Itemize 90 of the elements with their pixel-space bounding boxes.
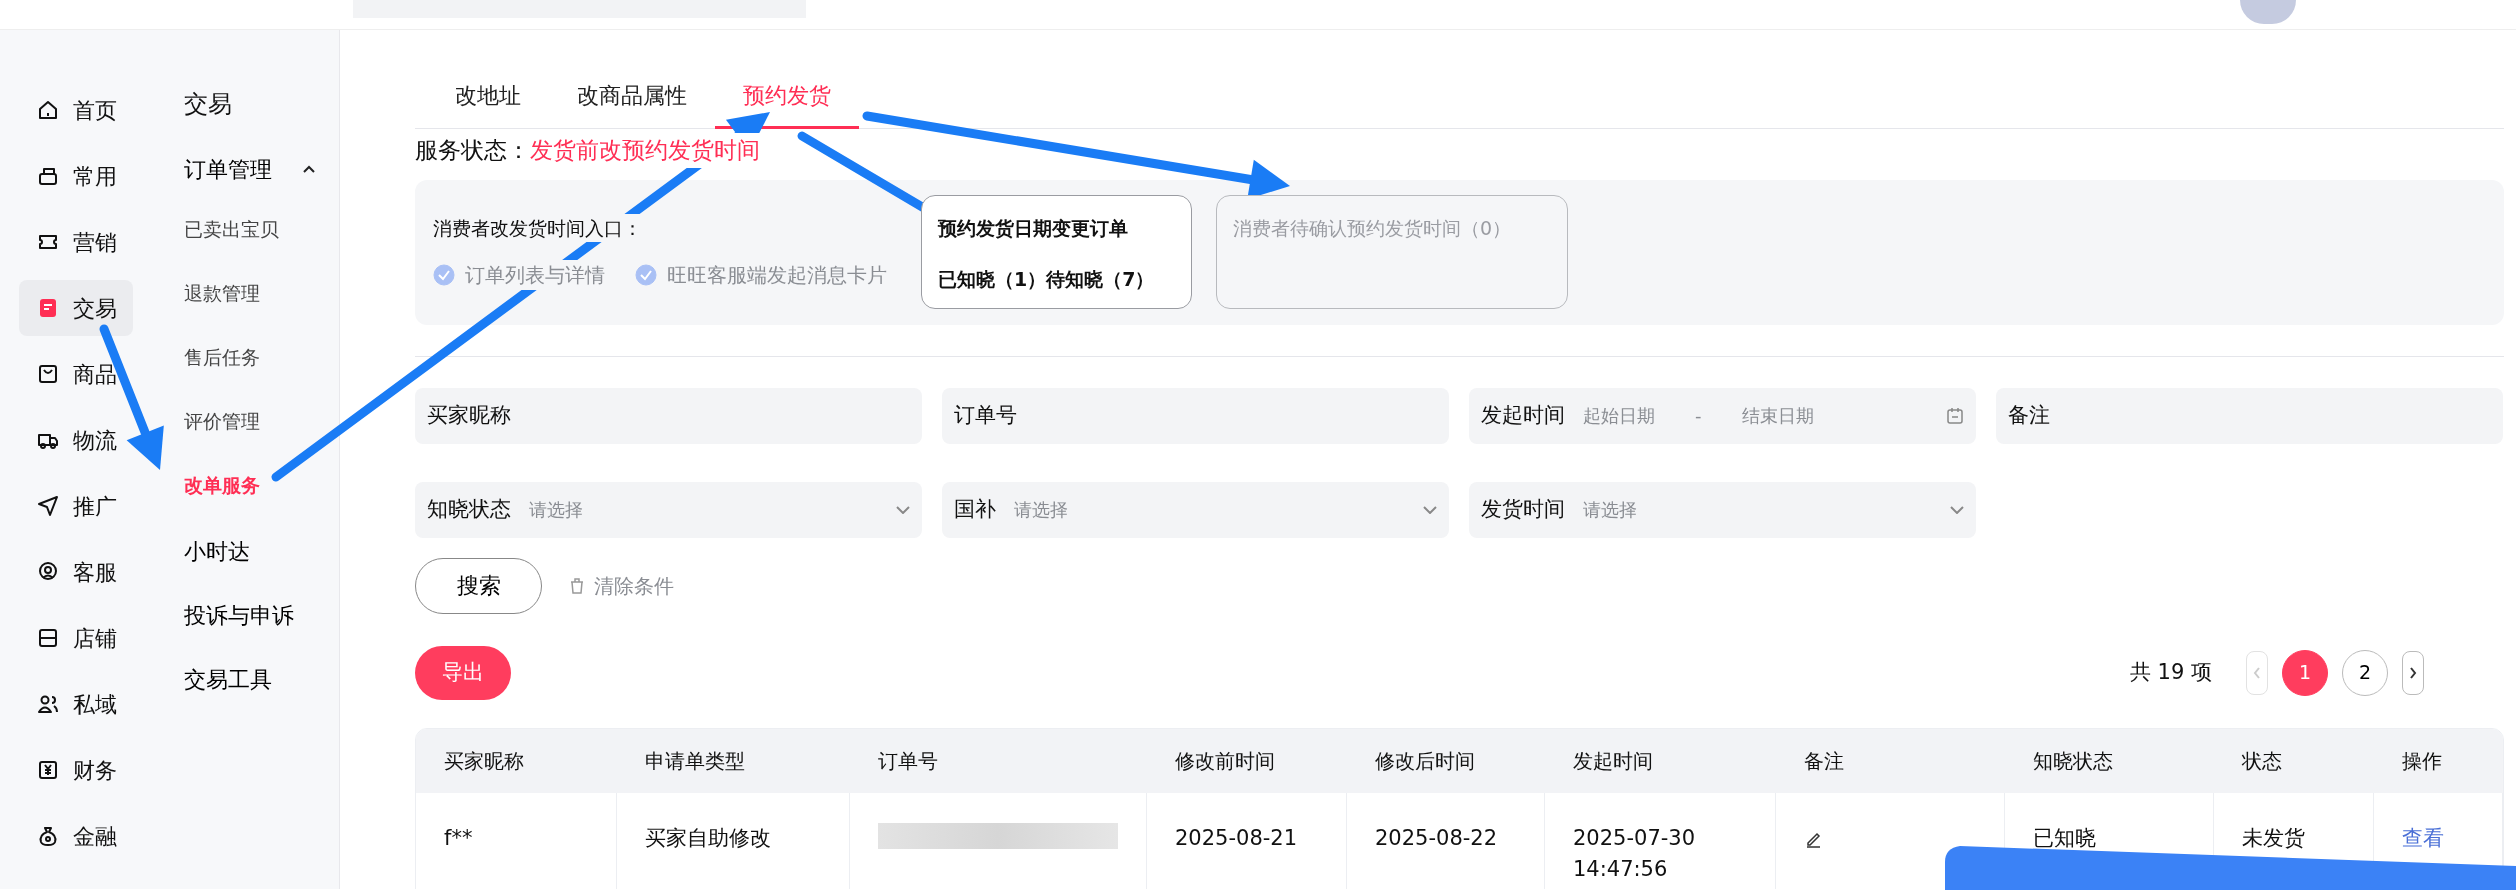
input-field[interactable]: 备注 — [1996, 387, 2503, 444]
menu-item[interactable]: 售后任务 — [184, 342, 260, 372]
trash-icon — [568, 576, 586, 595]
view-link[interactable]: 查看 — [2402, 825, 2444, 850]
menu-group[interactable]: 订单管理 — [184, 152, 316, 186]
chevron-down-icon — [1950, 505, 1964, 514]
nav-item[interactable]: 首页 — [19, 82, 133, 138]
card-title: 消费者待确认预约发货时间（0） — [1233, 216, 1513, 241]
total-count: 共 19 项 — [2129, 658, 2212, 686]
table-cell: 买家自助修改 — [617, 792, 850, 889]
field-label: 发货时间 — [1481, 495, 1565, 523]
card-title: 预约发货日期变更订单 — [938, 216, 1129, 241]
option-label: 订单列表与详情 — [465, 260, 605, 291]
money-bag-icon — [37, 825, 59, 847]
column-header: 状态 — [2214, 728, 2374, 793]
stack-icon — [37, 165, 59, 187]
yuan-icon — [37, 759, 59, 781]
field-label: 订单号 — [954, 401, 1017, 429]
nav-item[interactable]: 营销 — [19, 214, 133, 270]
menu-item[interactable]: 小时达 — [184, 534, 250, 568]
home-icon — [37, 99, 59, 121]
nav-item[interactable]: 店铺 — [19, 610, 133, 666]
column-header: 订单号 — [850, 728, 1147, 793]
store-icon — [37, 627, 59, 649]
field-label: 知晓状态 — [427, 495, 511, 523]
search-button[interactable]: 搜索 — [415, 557, 542, 614]
bag-icon — [37, 363, 59, 385]
table-cell: f** — [416, 792, 617, 889]
card-detail: 已知晓（1）待知晓（7） — [938, 266, 1156, 292]
field-label: 买家昵称 — [427, 401, 511, 429]
nav-item[interactable]: 金融 — [19, 808, 133, 864]
nav-item[interactable]: 交易 — [19, 280, 133, 336]
date-range-field[interactable]: 发起时间 起始日期 - 结束日期 — [1469, 387, 1976, 444]
tab[interactable]: 改地址 — [427, 79, 549, 129]
chevron-down-icon — [1423, 505, 1437, 514]
select-field[interactable]: 知晓状态 请选择 — [415, 481, 922, 538]
column-header: 备注 — [1776, 728, 2005, 793]
document-icon — [37, 297, 59, 319]
nav-item[interactable]: 推广 — [19, 478, 133, 534]
table-cell: 2025-07-30 14:47:56 — [1545, 792, 1776, 889]
column-header: 申请单类型 — [617, 728, 850, 793]
nav-item[interactable]: 常用 — [19, 148, 133, 204]
nav-item[interactable]: 客服 — [19, 544, 133, 600]
table-cell: 2025-08-21 — [1147, 792, 1347, 889]
stat-card[interactable]: 预约发货日期变更订单 已知晓（1）待知晓（7） — [921, 195, 1192, 309]
tab[interactable]: 改商品属性 — [549, 79, 715, 129]
next-page-button[interactable] — [2402, 650, 2424, 695]
input-field[interactable]: 订单号 — [942, 387, 1449, 444]
menu-item[interactable]: 退款管理 — [184, 278, 260, 308]
placeholder: 请选择 — [529, 498, 583, 522]
chevron-down-icon — [896, 505, 910, 514]
status-value: 发货前改预约发货时间 — [530, 133, 760, 168]
column-header: 操作 — [2374, 728, 2503, 793]
send-icon — [37, 495, 59, 517]
status-label: 服务状态： — [415, 136, 530, 165]
calendar-icon — [1946, 406, 1964, 425]
nav-item[interactable]: 物流 — [19, 412, 133, 468]
caret-icon — [302, 164, 316, 174]
separator: - — [1695, 404, 1702, 428]
page-button[interactable]: 2 — [2342, 649, 2388, 696]
panel-title: 消费者改发货时间入口： — [433, 213, 642, 243]
placeholder: 结束日期 — [1741, 404, 1814, 428]
column-header: 修改后时间 — [1347, 728, 1545, 793]
placeholder: 起始日期 — [1583, 404, 1655, 428]
chevron-left-icon — [2252, 665, 2262, 680]
menu-item[interactable]: 交易工具 — [184, 662, 272, 696]
chevron-right-icon — [2408, 665, 2418, 680]
placeholder: 请选择 — [1014, 498, 1068, 522]
field-label: 发起时间 — [1481, 401, 1565, 429]
nav-item[interactable]: 私域 — [19, 676, 133, 732]
avatar[interactable] — [2240, 0, 2296, 24]
select-field[interactable]: 发货时间 请选择 — [1469, 481, 1976, 538]
column-header: 发起时间 — [1545, 728, 1776, 793]
column-header: 知晓状态 — [2005, 728, 2214, 793]
column-header: 买家昵称 — [416, 728, 617, 793]
select-field[interactable]: 国补 请选择 — [942, 481, 1449, 538]
menu-item[interactable]: 评价管理 — [184, 406, 260, 436]
nav-item[interactable]: 商品 — [19, 346, 133, 402]
nav-item[interactable]: 财务 — [19, 742, 133, 798]
users-icon — [37, 693, 59, 715]
field-label: 国补 — [954, 495, 996, 523]
column-header: 修改前时间 — [1147, 728, 1347, 793]
placeholder: 请选择 — [1583, 498, 1637, 522]
table-cell: 2025-08-22 — [1347, 792, 1545, 889]
menu-item[interactable]: 已卖出宝贝 — [184, 214, 279, 244]
headset-icon — [37, 561, 59, 583]
field-label: 备注 — [2008, 401, 2050, 429]
menu-item[interactable]: 投诉与申诉 — [184, 598, 294, 632]
section-title: 交易 — [184, 89, 232, 120]
input-field[interactable]: 买家昵称 — [415, 387, 922, 444]
